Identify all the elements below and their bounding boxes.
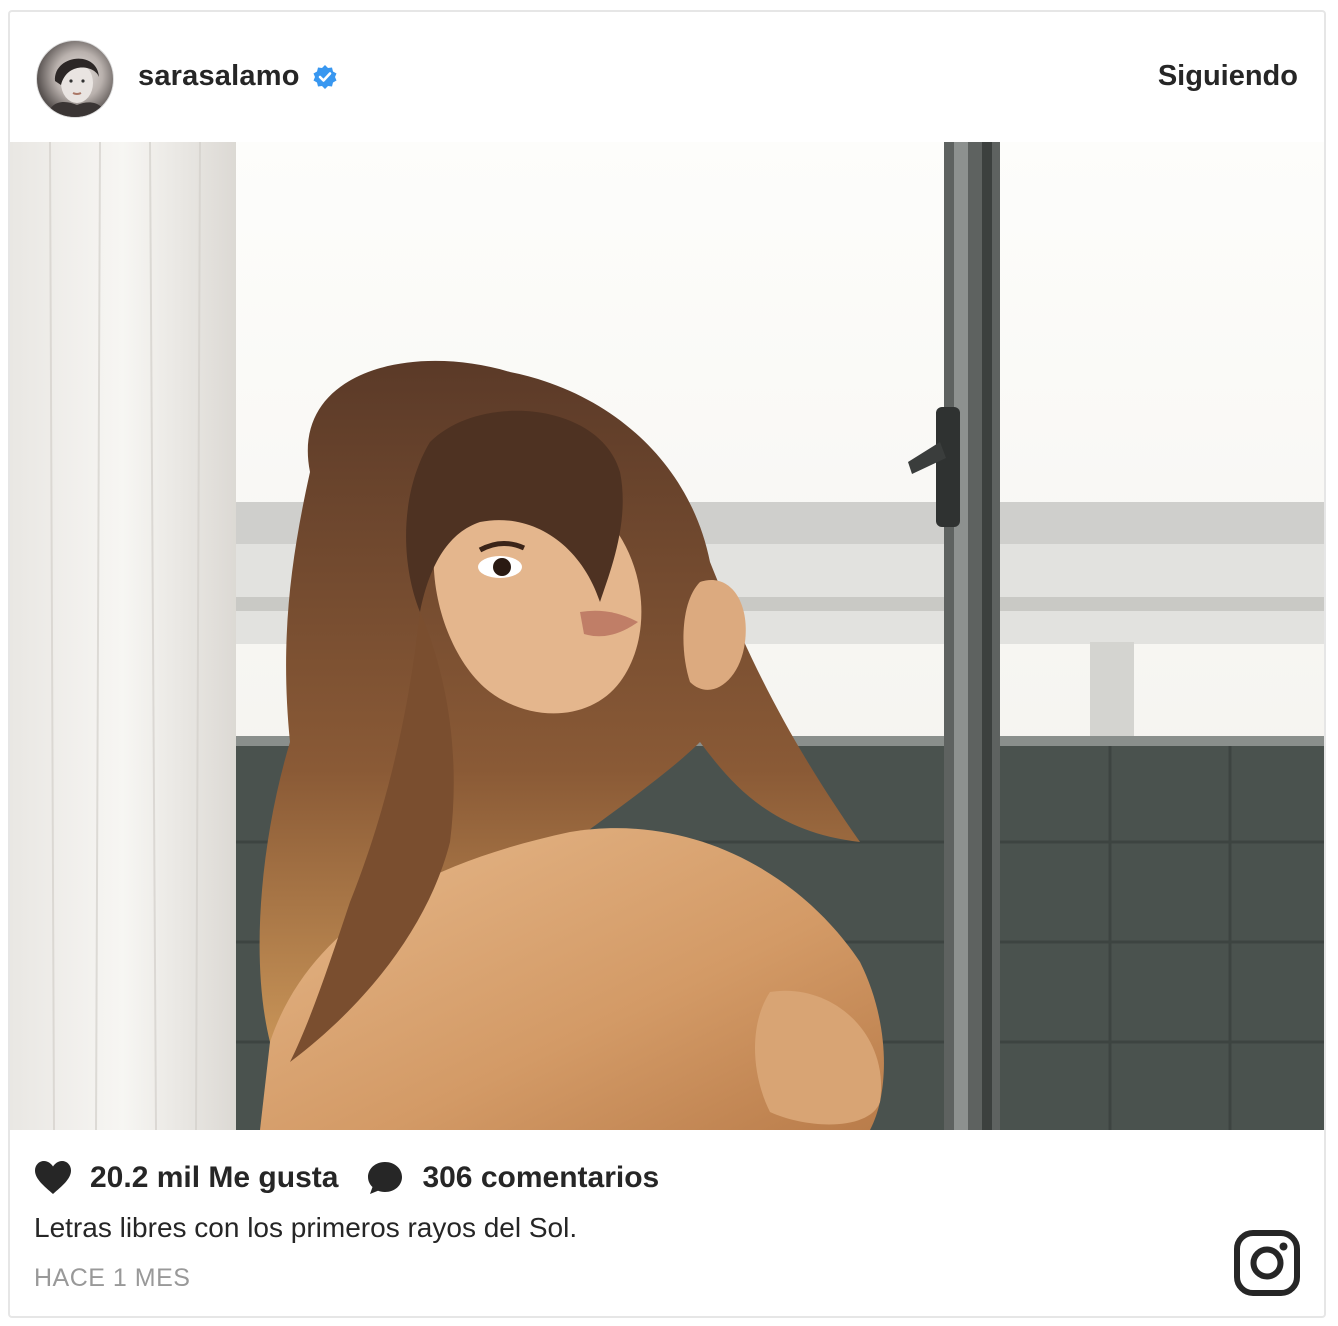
comments-stat[interactable]: 306 comentarios [366, 1160, 659, 1196]
post-footer: 20.2 mil Me gusta 306 comentarios Letras… [10, 1130, 1324, 1316]
following-button[interactable]: Siguiendo [1158, 60, 1298, 93]
instagram-logo-icon[interactable] [1234, 1230, 1300, 1296]
likes-stat[interactable]: 20.2 mil Me gusta [34, 1160, 338, 1196]
username-block: sarasalamo [138, 60, 338, 93]
speech-bubble-icon [368, 1162, 403, 1194]
post-photo[interactable] [10, 142, 1324, 1130]
verified-badge-icon [313, 64, 337, 89]
post-photo-illustration [10, 142, 1324, 1130]
avatar[interactable] [36, 40, 114, 118]
heart-icon [35, 1161, 71, 1194]
post-caption: Letras libres con los primeros rayos del… [34, 1212, 578, 1243]
comments-count: 306 comentarios [422, 1161, 660, 1194]
avatar-portrait [47, 58, 107, 117]
post-header: sarasalamo Siguiendo [10, 12, 1324, 142]
post-timestamp[interactable]: HACE 1 MES [34, 1264, 190, 1293]
instagram-embed-card: sarasalamo Siguiendo 20.2 mil Me gusta 3… [8, 10, 1326, 1318]
post-stats: 20.2 mil Me gusta 306 comentarios [34, 1160, 687, 1196]
likes-count: 20.2 mil Me gusta [90, 1161, 339, 1194]
username[interactable]: sarasalamo [138, 60, 300, 93]
